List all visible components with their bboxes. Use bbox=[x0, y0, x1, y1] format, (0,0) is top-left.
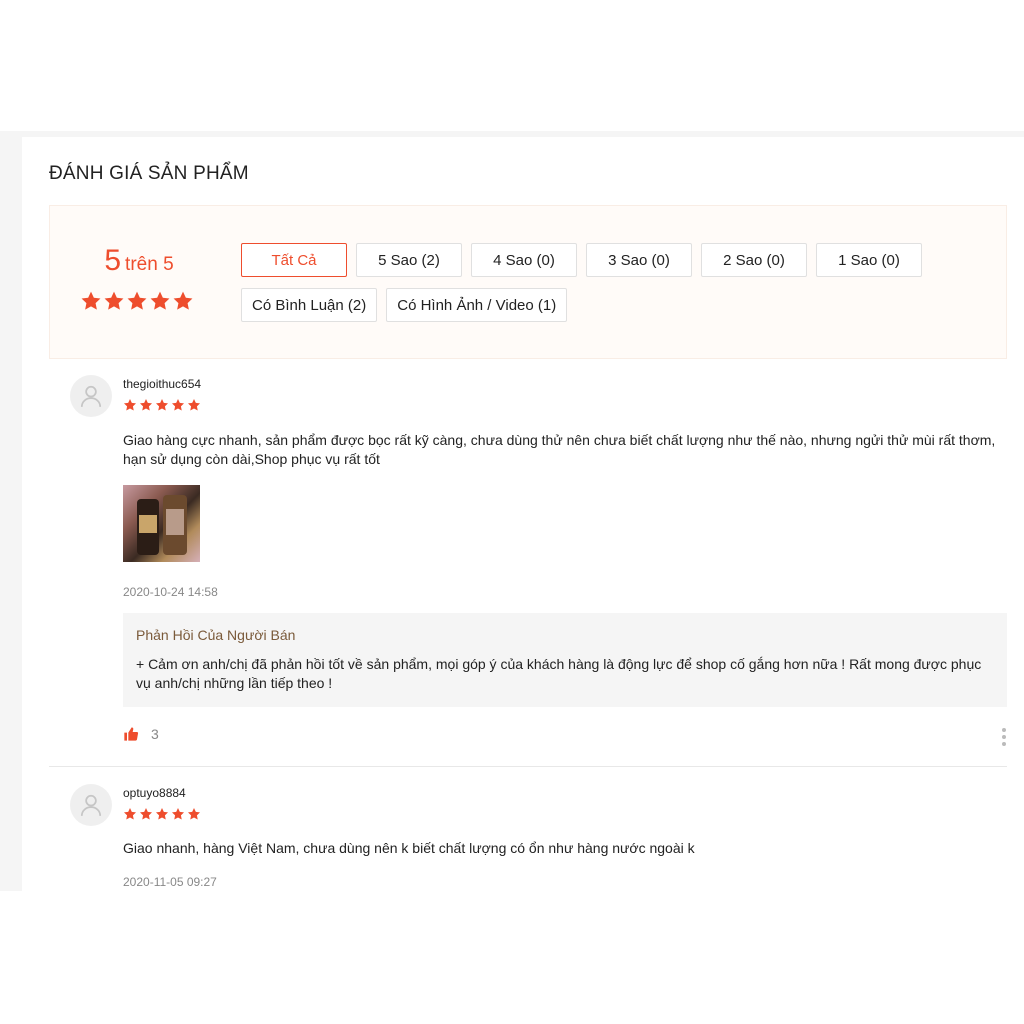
star-icon bbox=[155, 808, 169, 820]
review-stars bbox=[123, 807, 201, 821]
review-timestamp: 2020-11-05 09:27 bbox=[123, 875, 217, 889]
star-icon bbox=[123, 399, 137, 411]
star-icon bbox=[173, 291, 193, 310]
avatar bbox=[70, 784, 112, 826]
star-icon bbox=[155, 399, 169, 411]
filter-4-star-button[interactable]: 4 Sao (0) bbox=[471, 243, 577, 277]
review-username[interactable]: thegioithuc654 bbox=[123, 377, 201, 391]
filter-with-comment-button[interactable]: Có Bình Luận (2) bbox=[241, 288, 378, 322]
star-icon bbox=[123, 808, 137, 820]
star-icon bbox=[171, 808, 185, 820]
review-item: thegioithuc654 Giao hàng cực nhanh, sản … bbox=[49, 375, 1007, 769]
like-count: 3 bbox=[151, 726, 159, 742]
star-icon bbox=[104, 291, 124, 310]
review-photo-thumbnail[interactable] bbox=[123, 485, 200, 562]
review-stars bbox=[123, 398, 201, 412]
star-icon bbox=[171, 399, 185, 411]
review-timestamp: 2020-10-24 14:58 bbox=[123, 585, 218, 599]
thumbs-up-icon bbox=[124, 727, 139, 741]
filter-row-media: Có Bình Luận (2) Có Hình Ảnh / Video (1) bbox=[241, 288, 568, 322]
avatar bbox=[70, 375, 112, 417]
star-icon bbox=[139, 808, 153, 820]
product-ratings-panel: ĐÁNH GIÁ SẢN PHẨM 5 trên 5 Tất Cả 5 Sao (… bbox=[22, 137, 1024, 891]
filter-1-star-button[interactable]: 1 Sao (0) bbox=[816, 243, 922, 277]
more-vertical-icon[interactable] bbox=[1001, 728, 1007, 746]
review-item: optuyo8884 Giao nhanh, hàng Việt Nam, ch… bbox=[49, 784, 1007, 894]
star-icon bbox=[187, 399, 201, 411]
filter-all-button[interactable]: Tất Cả bbox=[241, 243, 347, 277]
seller-reply-title: Phản Hồi Của Người Bán bbox=[136, 627, 296, 643]
review-comment: Giao hàng cực nhanh, sản phẩm được bọc r… bbox=[123, 432, 996, 467]
star-icon bbox=[81, 291, 101, 310]
review-divider bbox=[49, 766, 1007, 767]
average-score: 5 trên 5 bbox=[74, 244, 204, 278]
seller-reply-text: + Cảm ơn anh/chị đã phản hồi tốt về sản … bbox=[136, 656, 982, 691]
score-suffix: trên 5 bbox=[125, 254, 174, 275]
star-icon bbox=[139, 399, 153, 411]
rating-overview: 5 trên 5 Tất Cả 5 Sao (2) 4 Sao (0) 3 Sao… bbox=[49, 205, 1007, 359]
filter-with-media-button[interactable]: Có Hình Ảnh / Video (1) bbox=[386, 288, 568, 322]
filter-2-star-button[interactable]: 2 Sao (0) bbox=[701, 243, 807, 277]
section-title: ĐÁNH GIÁ SẢN PHẨM bbox=[49, 163, 249, 184]
star-icon bbox=[150, 291, 170, 310]
review-username[interactable]: optuyo8884 bbox=[123, 786, 186, 800]
star-icon bbox=[127, 291, 147, 310]
user-icon bbox=[80, 385, 102, 407]
filter-3-star-button[interactable]: 3 Sao (0) bbox=[586, 243, 692, 277]
overview-stars bbox=[80, 290, 195, 314]
score-value: 5 bbox=[104, 244, 122, 277]
star-icon bbox=[187, 808, 201, 820]
like-button[interactable]: 3 bbox=[123, 726, 159, 742]
seller-reply: Phản Hồi Của Người Bán + Cảm ơn anh/chị … bbox=[123, 613, 1007, 707]
filter-row-stars: Tất Cả 5 Sao (2) 4 Sao (0) 3 Sao (0) 2 S… bbox=[241, 243, 922, 277]
user-icon bbox=[80, 794, 102, 816]
review-comment: Giao nhanh, hàng Việt Nam, chưa dùng nên… bbox=[123, 840, 695, 856]
filter-5-star-button[interactable]: 5 Sao (2) bbox=[356, 243, 462, 277]
